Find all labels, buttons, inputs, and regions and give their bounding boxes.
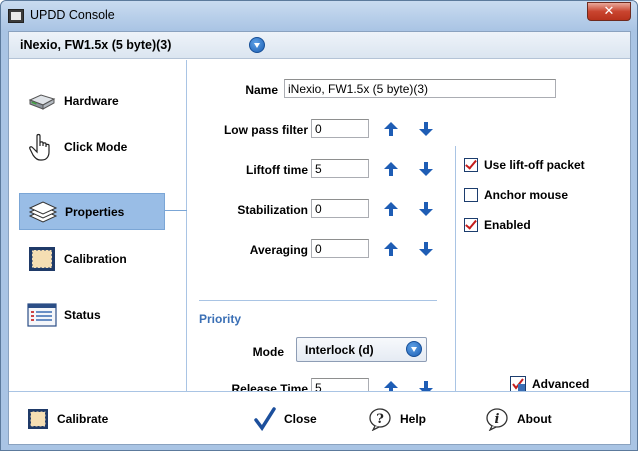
- window-title: UPDD Console: [30, 8, 115, 22]
- close-label: Close: [284, 412, 317, 426]
- mode-dropdown[interactable]: Interlock (d): [296, 337, 427, 362]
- sidebar-item-status[interactable]: Status: [19, 296, 165, 334]
- chevron-down-icon: [406, 341, 422, 357]
- close-window-button[interactable]: ✕: [587, 2, 631, 21]
- arrow-up-icon[interactable]: [384, 202, 398, 216]
- device-selector-bar: iNexio, FW1.5x (5 byte)(3): [9, 32, 630, 59]
- name-field[interactable]: iNexio, FW1.5x (5 byte)(3): [284, 79, 556, 98]
- sidebar-item-click-mode[interactable]: Click Mode: [19, 128, 165, 166]
- hardware-icon: [27, 86, 57, 116]
- about-button[interactable]: i About: [485, 406, 552, 432]
- advanced-button[interactable]: Advanced: [510, 376, 589, 392]
- checkbox-checked-icon: [464, 218, 478, 232]
- mode-label: Mode: [252, 345, 284, 359]
- sidebar-item-label: Calibration: [64, 252, 127, 266]
- help-icon: ?: [369, 408, 391, 431]
- sidebar-item-hardware[interactable]: Hardware: [19, 82, 165, 120]
- advanced-label: Advanced: [532, 377, 590, 391]
- close-button[interactable]: Close: [254, 406, 317, 432]
- anchor-mouse-checkbox[interactable]: Anchor mouse: [464, 188, 568, 202]
- arrow-up-icon[interactable]: [384, 242, 398, 256]
- properties-panel: Name iNexio, FW1.5x (5 byte)(3) Low pass…: [188, 60, 630, 397]
- status-icon: [27, 300, 57, 330]
- name-label: Name: [245, 83, 278, 97]
- stabilization-field[interactable]: 0: [311, 199, 369, 218]
- priority-heading: Priority: [199, 312, 242, 326]
- low-pass-filter-label: Low pass filter: [223, 123, 308, 137]
- about-label: About: [517, 412, 552, 426]
- help-label: Help: [400, 412, 427, 426]
- sidebar-item-label: Click Mode: [64, 140, 128, 154]
- sidebar-nav: Hardware Click Mode Properties Calibrati…: [9, 60, 187, 391]
- checkbox-checked-icon: [464, 158, 478, 172]
- device-dropdown-icon[interactable]: [249, 37, 265, 53]
- svg-text:i: i: [495, 412, 500, 427]
- arrow-down-icon[interactable]: [419, 122, 433, 136]
- sidebar-item-label: Status: [64, 308, 101, 322]
- use-liftoff-label: Use lift-off packet: [484, 158, 585, 172]
- checkmark-icon: [254, 407, 276, 431]
- calibration-icon: [27, 244, 57, 274]
- sidebar-item-properties[interactable]: Properties: [19, 193, 165, 230]
- divider: [199, 300, 437, 301]
- arrow-down-icon[interactable]: [419, 242, 433, 256]
- info-icon: i: [486, 408, 508, 431]
- averaging-field[interactable]: 0: [311, 239, 369, 258]
- client-area: iNexio, FW1.5x (5 byte)(3) Hardware Clic…: [8, 31, 631, 445]
- liftoff-time-label: Liftoff time: [246, 163, 308, 177]
- calibrate-button[interactable]: Calibrate: [27, 406, 108, 432]
- arrow-down-icon[interactable]: [419, 202, 433, 216]
- vertical-divider: [455, 146, 456, 392]
- arrow-up-icon[interactable]: [384, 162, 398, 176]
- use-liftoff-checkbox[interactable]: Use lift-off packet: [464, 158, 585, 172]
- enabled-label: Enabled: [484, 218, 531, 232]
- enabled-checkbox[interactable]: Enabled: [464, 218, 531, 232]
- mode-selected-value: Interlock (d): [305, 343, 374, 357]
- advanced-icon: [510, 376, 526, 392]
- checkbox-unchecked-icon: [464, 188, 478, 202]
- calibrate-icon: [28, 409, 48, 429]
- sidebar-item-label: Properties: [65, 204, 125, 219]
- low-pass-filter-field[interactable]: 0: [311, 119, 369, 138]
- calibrate-label: Calibrate: [57, 412, 109, 426]
- app-icon: [8, 9, 24, 23]
- sidebar-item-label: Hardware: [64, 94, 119, 108]
- sidebar-item-calibration[interactable]: Calibration: [19, 240, 165, 278]
- updd-console-window: UPDD Console ✕ iNexio, FW1.5x (5 byte)(3…: [0, 0, 638, 451]
- arrow-up-icon[interactable]: [384, 122, 398, 136]
- hand-pointer-icon: [27, 132, 57, 162]
- help-button[interactable]: ? Help: [368, 406, 426, 432]
- layers-icon: [28, 197, 58, 227]
- selection-connector: [165, 210, 187, 211]
- footer-bar: Calibrate Close ? Help i About: [9, 391, 630, 444]
- liftoff-time-field[interactable]: 5: [311, 159, 369, 178]
- svg-text:?: ?: [376, 412, 384, 427]
- device-name: iNexio, FW1.5x (5 byte)(3): [20, 38, 172, 52]
- title-bar: UPDD Console ✕: [1, 1, 637, 31]
- averaging-label: Averaging: [249, 243, 308, 257]
- anchor-mouse-label: Anchor mouse: [484, 188, 569, 202]
- stabilization-label: Stabilization: [237, 203, 308, 217]
- arrow-down-icon[interactable]: [419, 162, 433, 176]
